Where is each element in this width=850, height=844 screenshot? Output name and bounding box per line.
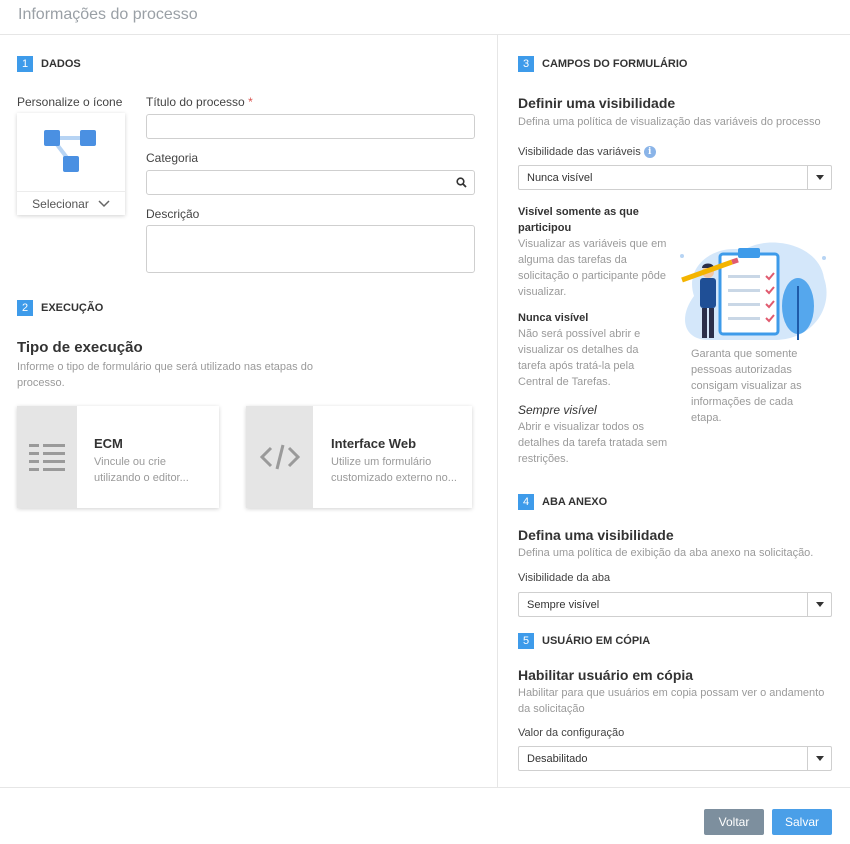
section-dados-header: 1 DADOS (17, 56, 81, 72)
process-title-input[interactable] (146, 114, 475, 139)
page-header: Informações do processo (0, 0, 850, 35)
description-textarea[interactable] (146, 225, 475, 273)
copy-user-heading: Habilitar usuário em cópia (518, 667, 694, 683)
caret-down-icon (807, 593, 831, 616)
attachment-visibility-description: Defina uma política de exibição da aba a… (518, 547, 814, 559)
required-mark: * (248, 95, 253, 109)
category-input[interactable] (146, 170, 450, 195)
section-title: EXECUÇÃO (41, 302, 104, 314)
caret-down-icon (807, 166, 831, 189)
info-icon[interactable]: i (643, 146, 656, 158)
section-campos-header: 3 CAMPOS DO FORMULÁRIO (518, 56, 687, 72)
option-title: Nunca visível (518, 312, 589, 324)
config-value: Desabilitado (527, 752, 588, 765)
card-description: Utilize um formulário customizado extern… (331, 456, 457, 484)
variables-visibility-label-text: Visibilidade das variáveis (518, 146, 641, 158)
section-title: CAMPOS DO FORMULÁRIO (542, 58, 688, 70)
execution-type-description: Informe o tipo de formulário que será ut… (17, 361, 313, 389)
illustration-caption: Garanta que somente pessoas autorizadas … (691, 348, 802, 424)
execution-card-interface-web[interactable]: Interface Web Utilize um formulário cust… (246, 406, 472, 508)
process-title-label-text: Título do processo (146, 95, 245, 109)
tab-visibility-label: Visibilidade da aba (518, 572, 611, 584)
caret-down-icon (807, 747, 831, 770)
icon-picker[interactable]: Selecionar (17, 113, 125, 215)
section-number: 1 (17, 56, 33, 72)
save-button[interactable]: Salvar (772, 809, 832, 835)
code-icon (259, 444, 300, 470)
visibility-description: Defina uma política de visualização das … (518, 116, 821, 128)
icon-select-label: Selecionar (32, 196, 89, 211)
section-number: 4 (518, 494, 534, 510)
document-lines-icon (29, 444, 65, 471)
execution-type-heading: Tipo de execução (17, 339, 143, 356)
section-number: 2 (17, 300, 33, 316)
section-aba-anexo-header: 4 ABA ANEXO (518, 494, 607, 510)
section-number: 3 (518, 56, 534, 72)
option-description: Visualizar as variáveis que em alguma da… (518, 238, 667, 298)
tab-visibility-select[interactable]: Sempre visível (518, 592, 832, 617)
option-title: Visível somente as que participou (518, 206, 639, 234)
process-title-label: Título do processo * (146, 95, 253, 109)
option-description: Abrir e visualizar todos os detalhes da … (518, 421, 668, 465)
card-thumb (17, 406, 77, 508)
visibility-illustration (680, 242, 827, 340)
chevron-down-icon (98, 199, 110, 207)
variables-visibility-select[interactable]: Nunca visível (518, 165, 832, 190)
attachment-visibility-heading: Defina uma visibilidade (518, 527, 674, 543)
card-thumb (246, 406, 313, 508)
section-usuario-copia-header: 5 USUÁRIO EM CÓPIA (518, 633, 650, 649)
copy-user-description: Habilitar para que usuários em copia pos… (518, 687, 825, 715)
variables-visibility-value: Nunca visível (527, 171, 593, 184)
config-value-select[interactable]: Desabilitado (518, 746, 832, 771)
section-title: DADOS (41, 58, 81, 70)
card-title: ECM (94, 436, 123, 451)
back-button[interactable]: Voltar (704, 809, 764, 835)
description-label: Descrição (146, 207, 200, 221)
column-divider (497, 35, 498, 787)
section-title: ABA ANEXO (542, 496, 608, 508)
category-search-button[interactable] (449, 170, 475, 195)
search-icon (456, 177, 467, 188)
footer-divider (0, 787, 850, 788)
icon-select-button[interactable]: Selecionar (17, 191, 125, 215)
tab-visibility-value: Sempre visível (527, 598, 600, 611)
execution-card-ecm[interactable]: ECM Vincule ou crie utilizando o editor.… (17, 406, 219, 508)
icon-label: Personalize o ícone (17, 95, 123, 109)
card-title: Interface Web (331, 436, 417, 451)
page-title: Informações do processo (18, 6, 198, 23)
visibility-heading: Definir uma visibilidade (518, 95, 676, 111)
process-flow-icon (44, 130, 96, 172)
config-value-label: Valor da configuração (518, 727, 625, 739)
option-title: Sempre visível (518, 403, 597, 417)
card-description: Vincule ou crie utilizando o editor... (94, 456, 189, 484)
section-title: USUÁRIO EM CÓPIA (542, 635, 651, 647)
option-description: Não será possível abrir e visualizar os … (518, 328, 641, 388)
category-label: Categoria (146, 151, 199, 165)
section-number: 5 (518, 633, 534, 649)
variables-visibility-label: Visibilidade das variáveis i (518, 146, 656, 158)
section-execucao-header: 2 EXECUÇÃO (17, 300, 103, 316)
